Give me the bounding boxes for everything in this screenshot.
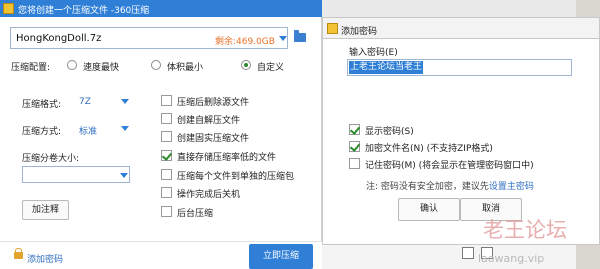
preset-custom-radio[interactable] [241, 60, 251, 70]
chevron-down-icon[interactable] [121, 126, 129, 131]
password-note: 注: 密码没有安全加密，建议先设置主密码 [366, 179, 534, 192]
chevron-down-icon[interactable] [121, 99, 129, 104]
option-background-checkbox[interactable] [161, 206, 172, 217]
watermark-url: laowang.vip [478, 252, 545, 265]
app-icon [3, 3, 14, 14]
preset-smallest-radio[interactable] [151, 60, 161, 70]
preset-smallest-label: 体积最小 [167, 63, 204, 73]
output-path-field[interactable]: HongKongDoll.7z 剩余:469.0GB [10, 27, 288, 49]
chevron-down-icon[interactable] [279, 36, 287, 41]
config-label: 压缩配置: [11, 63, 51, 73]
method-select[interactable]: 标准 [79, 124, 97, 137]
free-space-label: 剩余:469.0GB [215, 37, 275, 47]
show-password-checkbox[interactable] [349, 124, 360, 135]
encrypt-filenames-checkbox[interactable] [349, 141, 360, 152]
compress-window-titlebar[interactable]: 您将创建一个压缩文件 -360压缩 [0, 0, 322, 17]
list-view-icon[interactable] [462, 247, 474, 259]
preset-custom-label: 自定义 [257, 63, 285, 73]
option-delete-source-checkbox[interactable] [161, 95, 172, 106]
lock-icon [14, 248, 23, 259]
password-note-text: 注: 密码没有安全加密，建议先 [366, 182, 489, 192]
option-store-low-ratio-checkbox[interactable] [161, 150, 172, 161]
add-password-link[interactable]: 添加密码 [27, 252, 63, 265]
confirm-button[interactable]: 确认 [398, 198, 460, 221]
app-icon [327, 23, 338, 34]
password-input-label: 输入密码(E) [349, 48, 398, 58]
split-size-select[interactable] [22, 166, 130, 183]
option-background-label: 后台压缩 [177, 209, 214, 219]
option-self-extract-checkbox[interactable] [161, 113, 172, 124]
watermark-text: 老王论坛 [483, 218, 567, 242]
format-select[interactable]: 7Z [79, 97, 91, 107]
option-shutdown-label: 操作完成后关机 [177, 190, 241, 200]
preset-fastest-radio[interactable] [67, 60, 77, 70]
preset-fastest-label: 速度最快 [83, 63, 120, 73]
compress-now-button[interactable]: 立即压缩 [249, 244, 313, 269]
format-label: 压缩格式: [22, 100, 62, 110]
password-dialog-title: 添加密码 [341, 27, 378, 37]
window-title: 您将创建一个压缩文件 -360压缩 [18, 6, 150, 16]
option-self-extract-label: 创建自解压文件 [177, 116, 241, 126]
chevron-down-icon[interactable] [120, 173, 128, 178]
password-value: 上老王论坛当老王 [349, 61, 424, 74]
option-solid-label: 创建固实压缩文件 [177, 134, 250, 144]
option-separate-archives-label: 压缩每个文件到单独的压缩包 [177, 172, 295, 182]
encrypt-filenames-label: 加密文件名(N) (不支持ZIP格式) [365, 144, 493, 154]
remember-password-label: 记住密码(M) (将会显示在管理密码窗口中) [365, 161, 534, 171]
option-separate-archives-checkbox[interactable] [161, 169, 172, 180]
method-label: 压缩方式: [22, 127, 62, 137]
remember-password-checkbox[interactable] [349, 158, 360, 169]
split-size-label: 压缩分卷大小: [22, 154, 80, 164]
folder-icon[interactable] [294, 30, 306, 42]
option-solid-checkbox[interactable] [161, 131, 172, 142]
option-store-low-ratio-label: 直接存储压缩率低的文件 [177, 153, 277, 163]
output-filename: HongKongDoll.7z [16, 33, 102, 44]
add-comment-button[interactable]: 加注释 [22, 200, 69, 220]
set-master-password-link[interactable]: 设置主密码 [489, 182, 534, 192]
show-password-label: 显示密码(S) [365, 127, 414, 137]
option-delete-source-label: 压缩后删除源文件 [177, 98, 250, 108]
option-shutdown-checkbox[interactable] [161, 187, 172, 198]
